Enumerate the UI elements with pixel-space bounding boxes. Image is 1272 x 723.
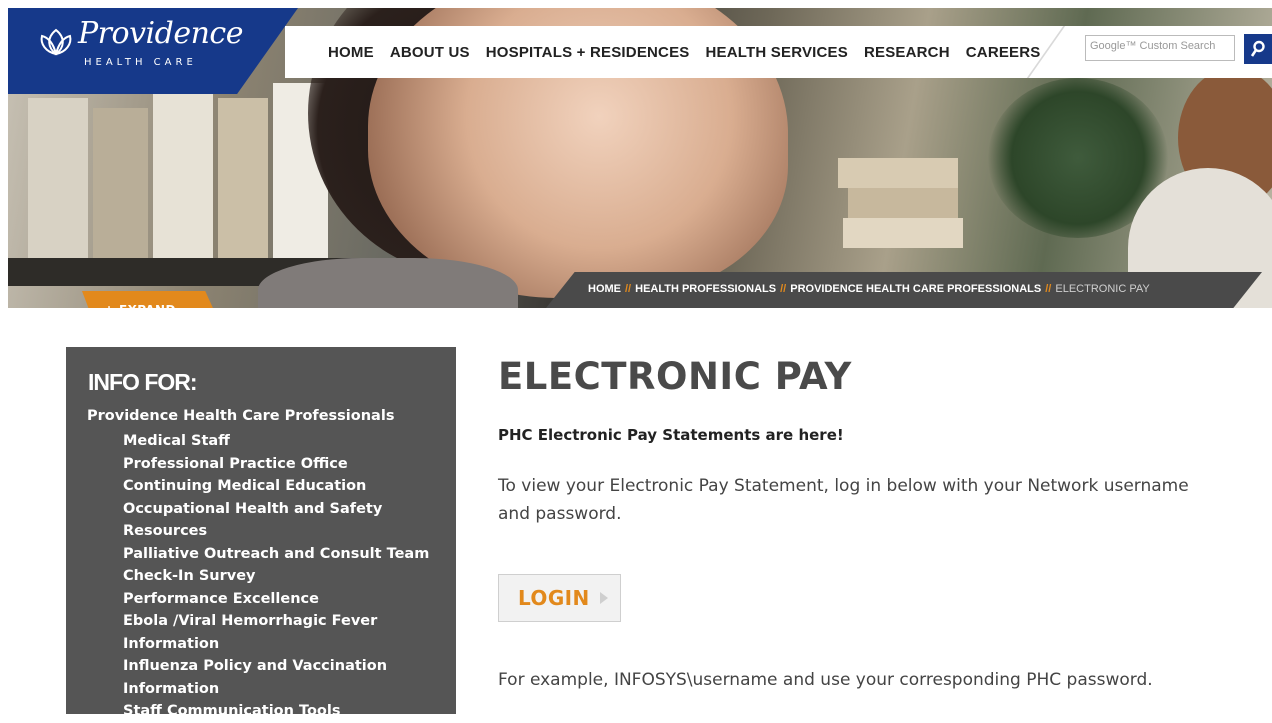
example-text: For example, INFOSYS\username and use yo… xyxy=(498,670,1153,690)
book xyxy=(28,98,88,258)
breadcrumb-health-professionals[interactable]: HEALTH PROFESSIONALS xyxy=(635,283,776,295)
logo-subtitle: HEALTH CARE xyxy=(84,57,197,68)
book xyxy=(153,88,213,258)
main-content: ELECTRONIC PAY PHC Electronic Pay Statem… xyxy=(498,352,1238,690)
sidebar-item-performance-excellence[interactable]: Performance Excellence xyxy=(123,588,443,611)
nav-about-us[interactable]: ABOUT US xyxy=(390,44,470,61)
book xyxy=(843,218,963,248)
sidebar-item-professional-practice-office[interactable]: Professional Practice Office xyxy=(123,453,443,476)
page-description: To view your Electronic Pay Statement, l… xyxy=(498,476,1189,524)
breadcrumb-current: ELECTRONIC PAY xyxy=(1055,283,1150,295)
sidebar-item-staff-communication-tools[interactable]: Staff Communication Tools xyxy=(123,700,443,723)
sidebar-item-medical-staff[interactable]: Medical Staff xyxy=(123,430,443,453)
breadcrumb-phc-professionals[interactable]: PROVIDENCE HEALTH CARE PROFESSIONALS xyxy=(790,283,1041,295)
login-button[interactable]: LOGIN xyxy=(498,574,621,622)
page-subtitle: PHC Electronic Pay Statements are here! xyxy=(498,426,844,444)
search-button[interactable] xyxy=(1244,34,1272,64)
book xyxy=(838,158,958,188)
breadcrumb-separator: // xyxy=(625,283,632,295)
sidebar: INFO FOR: Providence Health Care Profess… xyxy=(66,347,456,719)
main-nav: HOME ABOUT US HOSPITALS + RESIDENCES HEA… xyxy=(328,44,1041,61)
play-arrow-icon xyxy=(599,592,608,604)
sidebar-item-check-in-survey[interactable]: Check-In Survey xyxy=(123,565,443,588)
login-label: LOGIN xyxy=(518,586,590,610)
breadcrumb-home[interactable]: HOME xyxy=(588,283,621,295)
book xyxy=(848,188,958,218)
nav-health-services[interactable]: HEALTH SERVICES xyxy=(706,44,848,61)
sidebar-title: INFO FOR: xyxy=(88,369,198,395)
nav-home[interactable]: HOME xyxy=(328,44,374,61)
book xyxy=(218,98,268,258)
breadcrumb-separator: // xyxy=(1045,283,1052,295)
sidebar-item-ebola[interactable]: Ebola /Viral Hemorrhagic Fever Informati… xyxy=(123,610,443,655)
nav-careers[interactable]: CAREERS xyxy=(966,44,1041,61)
search-icon xyxy=(1250,40,1265,57)
sidebar-item-continuing-medical-education[interactable]: Continuing Medical Education xyxy=(123,475,443,498)
nav-research[interactable]: RESEARCH xyxy=(864,44,950,61)
search-input[interactable]: Google™ Custom Search xyxy=(1085,35,1235,61)
woman-sweater xyxy=(258,258,518,308)
page-title: ELECTRONIC PAY xyxy=(498,355,852,398)
logo-name: Providence xyxy=(78,16,243,51)
sidebar-link-phc-professionals[interactable]: Providence Health Care Professionals xyxy=(87,408,394,424)
book xyxy=(93,108,148,258)
sidebar-item-palliative-outreach[interactable]: Palliative Outreach and Consult Team xyxy=(123,543,443,566)
lotus-icon xyxy=(40,28,72,56)
top-nav-bar: HOME ABOUT US HOSPITALS + RESIDENCES HEA… xyxy=(285,26,1272,78)
breadcrumb-separator: // xyxy=(780,283,787,295)
sidebar-item-influenza-policy[interactable]: Influenza Policy and Vaccination Informa… xyxy=(123,655,443,700)
sidebar-list: Medical Staff Professional Practice Offi… xyxy=(123,430,443,723)
breadcrumb: HOME // HEALTH PROFESSIONALS // PROVIDEN… xyxy=(588,283,1150,295)
sidebar-item-occupational-health[interactable]: Occupational Health and Safety Resources xyxy=(123,498,443,543)
nav-hospitals-residences[interactable]: HOSPITALS + RESIDENCES xyxy=(486,44,690,61)
